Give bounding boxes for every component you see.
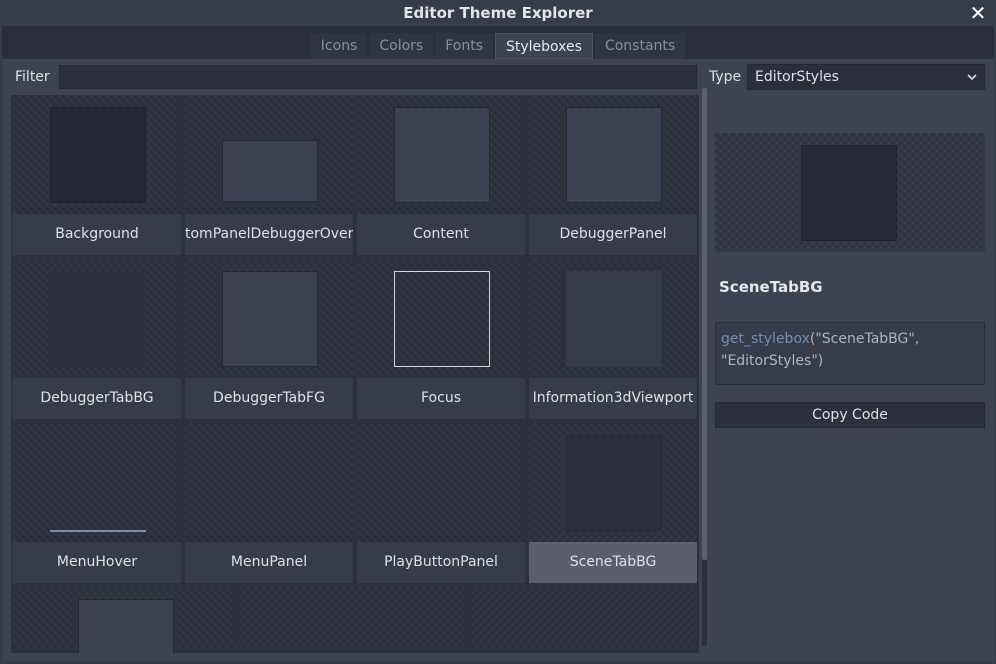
stylebox-preview-large xyxy=(715,133,985,252)
type-select-value: EditorStyles xyxy=(755,69,839,85)
titlebar: Editor Theme Explorer ✕ xyxy=(0,0,996,26)
tab-colors[interactable]: Colors xyxy=(369,33,434,59)
stylebox-preview xyxy=(394,107,490,203)
stylebox-grid[interactable]: Background tomPanelDebuggerOverr Content… xyxy=(11,95,699,653)
stylebox-preview xyxy=(50,271,146,367)
stylebox-label: DebuggerPanel xyxy=(529,214,697,255)
stylebox-card[interactable]: Focus xyxy=(357,259,525,419)
stylebox-label: MenuHover xyxy=(13,542,181,583)
stylebox-name: SceneTabBG xyxy=(719,278,823,296)
close-icon[interactable]: ✕ xyxy=(968,2,988,24)
chevron-down-icon xyxy=(966,65,978,97)
stylebox-preview xyxy=(566,271,662,367)
code-snippet[interactable]: get_stylebox("SceneTabBG", "EditorStyles… xyxy=(715,322,985,385)
stylebox-card[interactable]: Background xyxy=(13,95,181,255)
grid-scrollbar[interactable] xyxy=(702,88,707,646)
stylebox-card[interactable]: DebuggerTabFG xyxy=(185,259,353,419)
scroll-thumb[interactable] xyxy=(702,88,707,560)
tab-bar: Icons Colors Fonts Styleboxes Constants xyxy=(2,33,994,59)
stylebox-card[interactable]: DebuggerTabBG xyxy=(13,259,181,419)
theme-explorer-window: Icons Colors Fonts Styleboxes Constants … xyxy=(2,26,994,661)
stylebox-card[interactable]: PlayButtonPanel xyxy=(357,423,525,583)
stylebox-card[interactable]: MenuPanel xyxy=(185,423,353,583)
stylebox-preview xyxy=(50,107,146,203)
stylebox-label: PlayButtonPanel xyxy=(357,542,525,583)
tab-styleboxes[interactable]: Styleboxes xyxy=(495,33,593,59)
stylebox-preview xyxy=(78,599,174,653)
stylebox-label: SceneTabBG xyxy=(529,542,697,583)
stylebox-card[interactable]: DebuggerPanel xyxy=(529,95,697,255)
code-args-1: ("SceneTabBG", xyxy=(809,331,920,347)
filter-label: Filter xyxy=(15,69,50,85)
stylebox-preview xyxy=(394,271,490,367)
stylebox-card[interactable]: Information3dViewport xyxy=(529,259,697,419)
copy-code-button[interactable]: Copy Code xyxy=(715,402,985,428)
code-function: get_stylebox xyxy=(721,331,810,347)
stylebox-preview xyxy=(222,140,318,202)
type-select[interactable]: EditorStyles xyxy=(747,64,985,90)
stylebox-preview xyxy=(222,271,318,367)
stylebox-label: Information3dViewport xyxy=(529,378,697,419)
stylebox-preview xyxy=(566,107,662,203)
stylebox-label: DebuggerTabBG xyxy=(13,378,181,419)
filter-input[interactable] xyxy=(59,65,697,89)
stylebox-label: Focus xyxy=(357,378,525,419)
type-label: Type xyxy=(709,69,742,85)
stylebox-label: DebuggerTabFG xyxy=(185,378,353,419)
stylebox-card[interactable]: tomPanelDebuggerOverr xyxy=(185,95,353,255)
stylebox-card[interactable] xyxy=(242,587,468,647)
window-title: Editor Theme Explorer xyxy=(403,4,593,22)
tab-constants[interactable]: Constants xyxy=(594,33,686,59)
stylebox-label: tomPanelDebuggerOverr xyxy=(185,214,353,255)
tab-icons[interactable]: Icons xyxy=(310,33,368,59)
stylebox-card[interactable]: Content xyxy=(357,95,525,255)
code-args-2: "EditorStyles") xyxy=(721,353,824,369)
stylebox-card[interactable] xyxy=(471,587,697,647)
stylebox-card[interactable]: MenuHover xyxy=(13,423,181,583)
stylebox-preview xyxy=(566,435,662,531)
stylebox-label: Background xyxy=(13,214,181,255)
stylebox-card[interactable] xyxy=(13,587,239,653)
stylebox-label: MenuPanel xyxy=(185,542,353,583)
stylebox-preview xyxy=(50,530,146,532)
tab-fonts[interactable]: Fonts xyxy=(435,33,493,59)
stylebox-card-selected[interactable]: SceneTabBG xyxy=(529,423,697,583)
stylebox-label: Content xyxy=(357,214,525,255)
stylebox-preview-inner xyxy=(801,145,897,241)
